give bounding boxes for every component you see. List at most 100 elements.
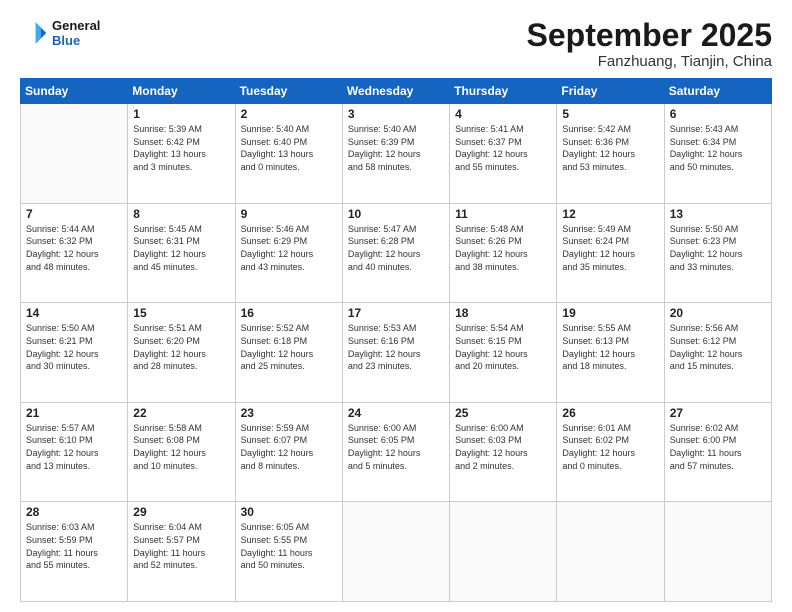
day-cell: 3 Sunrise: 5:40 AM Sunset: 6:39 PM Daylig…: [342, 104, 449, 204]
day-cell: 1 Sunrise: 5:39 AM Sunset: 6:42 PM Daylig…: [128, 104, 235, 204]
day-cell: 19Sunrise: 5:55 AM Sunset: 6:13 PM Dayli…: [557, 303, 664, 403]
weekday-header-wednesday: Wednesday: [342, 79, 449, 104]
calendar-page: General Blue September 2025 Fanzhuang, T…: [0, 0, 792, 612]
day-info: Sunrise: 5:54 AM Sunset: 6:15 PM Dayligh…: [455, 322, 551, 372]
day-info: Sunrise: 5:58 AM Sunset: 6:08 PM Dayligh…: [133, 422, 229, 472]
day-number: 11: [455, 207, 551, 221]
day-cell: 7 Sunrise: 5:44 AM Sunset: 6:32 PM Daylig…: [21, 203, 128, 303]
day-cell: 22 Sunrise: 5:58 AM Sunset: 6:08 PM Dayli…: [128, 402, 235, 502]
day-info: Sunrise: 5:50 AM Sunset: 6:21 PM Dayligh…: [26, 322, 122, 372]
day-number: 23: [241, 406, 337, 420]
day-number: 20: [670, 306, 766, 320]
day-cell: 28 Sunrise: 6:03 AM Sunset: 5:59 PM Dayli…: [21, 502, 128, 602]
weekday-header-friday: Friday: [557, 79, 664, 104]
day-cell: 14 Sunrise: 5:50 AM Sunset: 6:21 PM Dayli…: [21, 303, 128, 403]
day-number: 9: [241, 207, 337, 221]
day-cell: 30 Sunrise: 6:05 AM Sunset: 5:55 PM Dayli…: [235, 502, 342, 602]
day-cell: 17 Sunrise: 5:53 AM Sunset: 6:16 PM Dayli…: [342, 303, 449, 403]
day-cell: [342, 502, 449, 602]
day-info: Sunrise: 5:49 AM Sunset: 6:24 PM Dayligh…: [562, 223, 658, 273]
weekday-header-saturday: Saturday: [664, 79, 771, 104]
day-info: Sunrise: 5:39 AM Sunset: 6:42 PM Dayligh…: [133, 123, 229, 173]
day-info: Sunrise: 5:46 AM Sunset: 6:29 PM Dayligh…: [241, 223, 337, 273]
day-cell: 24Sunrise: 6:00 AM Sunset: 6:05 PM Dayli…: [342, 402, 449, 502]
day-number: 17: [348, 306, 444, 320]
day-info: Sunrise: 5:53 AM Sunset: 6:16 PM Dayligh…: [348, 322, 444, 372]
day-number: 28: [26, 505, 122, 519]
day-number: 24: [348, 406, 444, 420]
day-cell: 23 Sunrise: 5:59 AM Sunset: 6:07 PM Dayli…: [235, 402, 342, 502]
day-cell: 16Sunrise: 5:52 AM Sunset: 6:18 PM Dayli…: [235, 303, 342, 403]
day-info: Sunrise: 5:51 AM Sunset: 6:20 PM Dayligh…: [133, 322, 229, 372]
day-info: Sunrise: 6:01 AM Sunset: 6:02 PM Dayligh…: [562, 422, 658, 472]
weekday-header-tuesday: Tuesday: [235, 79, 342, 104]
day-cell: 6 Sunrise: 5:43 AM Sunset: 6:34 PM Daylig…: [664, 104, 771, 204]
week-row-5: 28 Sunrise: 6:03 AM Sunset: 5:59 PM Dayli…: [21, 502, 772, 602]
day-cell: [664, 502, 771, 602]
day-info: Sunrise: 5:52 AM Sunset: 6:18 PM Dayligh…: [241, 322, 337, 372]
week-row-1: 1 Sunrise: 5:39 AM Sunset: 6:42 PM Daylig…: [21, 104, 772, 204]
day-info: Sunrise: 5:43 AM Sunset: 6:34 PM Dayligh…: [670, 123, 766, 173]
day-number: 7: [26, 207, 122, 221]
day-number: 14: [26, 306, 122, 320]
day-cell: 12 Sunrise: 5:49 AM Sunset: 6:24 PM Dayli…: [557, 203, 664, 303]
day-cell: [557, 502, 664, 602]
day-number: 3: [348, 107, 444, 121]
day-info: Sunrise: 5:59 AM Sunset: 6:07 PM Dayligh…: [241, 422, 337, 472]
logo-text: General Blue: [52, 18, 100, 48]
week-row-2: 7 Sunrise: 5:44 AM Sunset: 6:32 PM Daylig…: [21, 203, 772, 303]
day-info: Sunrise: 5:55 AM Sunset: 6:13 PM Dayligh…: [562, 322, 658, 372]
day-cell: 2Sunrise: 5:40 AM Sunset: 6:40 PM Daylig…: [235, 104, 342, 204]
day-info: Sunrise: 6:00 AM Sunset: 6:03 PM Dayligh…: [455, 422, 551, 472]
day-info: Sunrise: 5:42 AM Sunset: 6:36 PM Dayligh…: [562, 123, 658, 173]
weekday-header-row: SundayMondayTuesdayWednesdayThursdayFrid…: [21, 79, 772, 104]
day-cell: 8Sunrise: 5:45 AM Sunset: 6:31 PM Daylig…: [128, 203, 235, 303]
day-info: Sunrise: 6:05 AM Sunset: 5:55 PM Dayligh…: [241, 521, 337, 571]
day-number: 22: [133, 406, 229, 420]
day-number: 12: [562, 207, 658, 221]
day-cell: 27 Sunrise: 6:02 AM Sunset: 6:00 PM Dayli…: [664, 402, 771, 502]
day-cell: 18 Sunrise: 5:54 AM Sunset: 6:15 PM Dayli…: [450, 303, 557, 403]
logo: General Blue: [20, 18, 100, 48]
day-number: 4: [455, 107, 551, 121]
day-number: 15: [133, 306, 229, 320]
day-cell: 21Sunrise: 5:57 AM Sunset: 6:10 PM Dayli…: [21, 402, 128, 502]
day-number: 27: [670, 406, 766, 420]
day-number: 5: [562, 107, 658, 121]
day-cell: [21, 104, 128, 204]
day-cell: 5 Sunrise: 5:42 AM Sunset: 6:36 PM Daylig…: [557, 104, 664, 204]
day-number: 1: [133, 107, 229, 121]
day-number: 13: [670, 207, 766, 221]
day-info: Sunrise: 5:40 AM Sunset: 6:40 PM Dayligh…: [241, 123, 337, 173]
month-title: September 2025: [527, 18, 772, 53]
day-info: Sunrise: 6:03 AM Sunset: 5:59 PM Dayligh…: [26, 521, 122, 571]
day-number: 29: [133, 505, 229, 519]
title-block: September 2025 Fanzhuang, Tianjin, China: [527, 18, 772, 70]
day-info: Sunrise: 5:48 AM Sunset: 6:26 PM Dayligh…: [455, 223, 551, 273]
day-number: 18: [455, 306, 551, 320]
day-cell: 9 Sunrise: 5:46 AM Sunset: 6:29 PM Daylig…: [235, 203, 342, 303]
day-cell: [450, 502, 557, 602]
day-cell: 4Sunrise: 5:41 AM Sunset: 6:37 PM Daylig…: [450, 104, 557, 204]
day-info: Sunrise: 5:40 AM Sunset: 6:39 PM Dayligh…: [348, 123, 444, 173]
day-info: Sunrise: 5:56 AM Sunset: 6:12 PM Dayligh…: [670, 322, 766, 372]
week-row-3: 14 Sunrise: 5:50 AM Sunset: 6:21 PM Dayli…: [21, 303, 772, 403]
day-number: 6: [670, 107, 766, 121]
day-cell: 13Sunrise: 5:50 AM Sunset: 6:23 PM Dayli…: [664, 203, 771, 303]
day-cell: 20 Sunrise: 5:56 AM Sunset: 6:12 PM Dayli…: [664, 303, 771, 403]
day-cell: 29Sunrise: 6:04 AM Sunset: 5:57 PM Dayli…: [128, 502, 235, 602]
day-number: 10: [348, 207, 444, 221]
day-info: Sunrise: 5:57 AM Sunset: 6:10 PM Dayligh…: [26, 422, 122, 472]
weekday-header-thursday: Thursday: [450, 79, 557, 104]
header: General Blue September 2025 Fanzhuang, T…: [20, 18, 772, 70]
day-info: Sunrise: 5:44 AM Sunset: 6:32 PM Dayligh…: [26, 223, 122, 273]
calendar-table: SundayMondayTuesdayWednesdayThursdayFrid…: [20, 78, 772, 602]
day-cell: 26Sunrise: 6:01 AM Sunset: 6:02 PM Dayli…: [557, 402, 664, 502]
day-number: 30: [241, 505, 337, 519]
day-cell: 25Sunrise: 6:00 AM Sunset: 6:03 PM Dayli…: [450, 402, 557, 502]
day-info: Sunrise: 6:02 AM Sunset: 6:00 PM Dayligh…: [670, 422, 766, 472]
location: Fanzhuang, Tianjin, China: [527, 53, 772, 70]
day-number: 8: [133, 207, 229, 221]
logo-icon: [20, 19, 48, 47]
weekday-header-sunday: Sunday: [21, 79, 128, 104]
